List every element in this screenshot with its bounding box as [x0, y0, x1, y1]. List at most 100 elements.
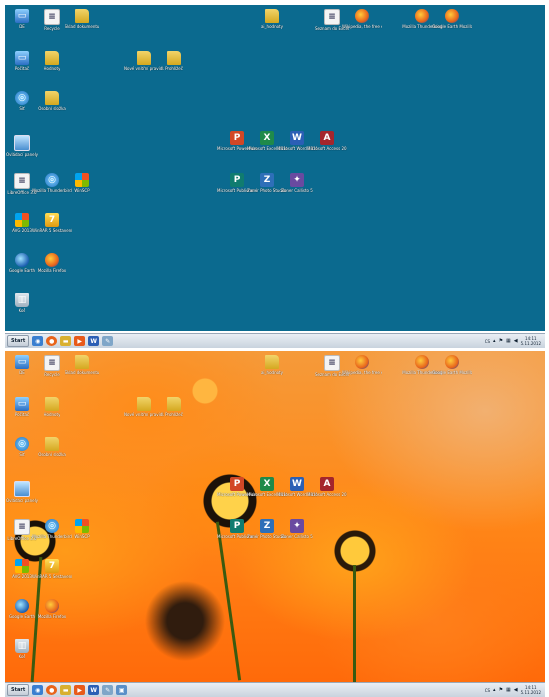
- folder-taskbar-icon[interactable]: ▬: [60, 685, 72, 695]
- desktop-shortcut[interactable]: Google Earth Mozilla Firefox: [432, 355, 472, 375]
- desktop-shortcut[interactable]: AMicrosoft Access 2010: [307, 477, 347, 497]
- desktop-shortcut[interactable]: Wikipedia, the free encyclo...: [342, 355, 382, 375]
- desktop-shortcut[interactable]: ▥ Koš: [7, 639, 37, 659]
- desktop-shortcut-label: Osobní složka: [38, 106, 66, 111]
- desktop-shortcut[interactable]: ai_hodnoty: [257, 9, 287, 29]
- desktop-shortcut-label: DE: [19, 24, 25, 29]
- firefox-taskbar-icon[interactable]: ●: [46, 685, 58, 695]
- desktop-shortcut[interactable]: WinSCP: [67, 173, 97, 193]
- media-player-taskbar-icon[interactable]: ▶: [74, 336, 86, 346]
- desktop-shortcut[interactable]: AMicrosoft Access 2010: [307, 131, 347, 151]
- computer-icon: ▭: [15, 51, 29, 65]
- desktop-shortcut[interactable]: ai_hodnoty: [257, 355, 287, 375]
- word-taskbar-icon[interactable]: W: [88, 685, 100, 695]
- desktop-shortcut[interactable]: ◎ Mozilla Thunderbird: [32, 519, 72, 539]
- sp-icon: 7: [45, 213, 59, 227]
- start-button[interactable]: Start: [7, 684, 30, 696]
- desktop-shortcut[interactable]: ZZoner Photo Studio 15 Home: [247, 519, 287, 539]
- publisher-icon: P: [230, 173, 244, 187]
- desktop-shortcut[interactable]: ▭ DE: [7, 9, 37, 29]
- desktop-shortcut[interactable]: Ovládací panely: [6, 135, 38, 157]
- network-tray-icon[interactable]: ▦: [506, 338, 511, 344]
- flag-icon[interactable]: ⚑: [499, 687, 503, 693]
- desktop-shortcut[interactable]: ZZoner Photo Studio 15 Home: [247, 173, 287, 193]
- desktop-shortcut-label: Síť: [19, 106, 25, 111]
- desktop-shortcut[interactable]: Nové vnitřní pravidla: [124, 51, 164, 71]
- folder-icon: [45, 397, 59, 411]
- image-viewer-taskbar-icon[interactable]: ▣: [116, 685, 128, 695]
- system-tray: CS ▴ ⚑ ▦ ◀ 14:11 5.11.2012: [485, 685, 545, 695]
- desktop-shortcut[interactable]: ◎ Mozilla Thunderbird: [32, 173, 72, 193]
- desktop-shortcut[interactable]: Mozilla Firefox: [37, 253, 67, 273]
- desktop-shortcut[interactable]: Mozilla Firefox: [37, 599, 67, 619]
- folder-taskbar-icon[interactable]: ▬: [60, 336, 72, 346]
- bin-icon: ▥: [15, 293, 29, 307]
- language-indicator[interactable]: CS: [485, 688, 490, 693]
- desktop-shortcut[interactable]: ◎ Síť: [7, 91, 37, 111]
- volume-icon[interactable]: ◀: [514, 338, 518, 344]
- desktop-shortcut[interactable]: 7 WinRAR 5 Sestavení: [32, 559, 72, 579]
- arrow-up-icon[interactable]: ▴: [493, 338, 496, 344]
- network-tray-icon[interactable]: ▦: [506, 687, 511, 693]
- desktop-shortcut[interactable]: Google Earth Mozilla Firefox: [432, 9, 472, 29]
- desktop-shortcut[interactable]: Hodnoty: [37, 397, 67, 417]
- desktop-shortcut[interactable]: ▥ Koš: [7, 293, 37, 313]
- desktop-shortcut[interactable]: ✦ Zoner Callisto 5: [281, 519, 313, 539]
- folder-icon: [45, 437, 59, 451]
- desktop-shortcut-label: Wikipedia, the free encyclo...: [342, 370, 382, 375]
- clock[interactable]: 14:11 5.11.2012: [521, 685, 541, 695]
- windows-icon: [75, 173, 89, 187]
- desktop-shortcut[interactable]: Sklad dokumentu: [65, 9, 99, 29]
- desktop-shortcut-label: Síť: [19, 452, 25, 457]
- firefox-icon: [45, 599, 59, 613]
- folder-icon: [137, 397, 151, 411]
- paint-taskbar-icon[interactable]: ✎: [102, 685, 114, 695]
- desktop-shortcut-label: Zoner Callisto 5: [281, 534, 313, 539]
- desktop-shortcut[interactable]: Google Earth: [7, 599, 37, 619]
- word-taskbar-icon[interactable]: W: [88, 336, 100, 346]
- desktop-shortcut[interactable]: Osobní složka: [37, 91, 67, 111]
- desktop-shortcut-label: Zoner Callisto 5: [281, 188, 313, 193]
- volume-icon[interactable]: ◀: [514, 687, 518, 693]
- desktop-shortcut[interactable]: WinSCP: [67, 519, 97, 539]
- desktop-shortcut[interactable]: Osobní složka: [37, 437, 67, 457]
- desktop-shortcut[interactable]: 7 WinRAR 5 Sestavení: [32, 213, 72, 233]
- explorer-taskbar-icon[interactable]: ◉: [32, 336, 44, 346]
- clock[interactable]: 14:11 5.11.2012: [521, 336, 541, 346]
- arrow-up-icon[interactable]: ▴: [493, 687, 496, 693]
- desktop-shortcut[interactable]: Prohlížeč: [159, 397, 189, 417]
- desktop-shortcut[interactable]: Hodnoty: [37, 51, 67, 71]
- desktop-shortcut-label: Koš: [18, 308, 26, 313]
- flag-icon[interactable]: ⚑: [499, 338, 503, 344]
- desktop-shortcut[interactable]: ▭ DE: [7, 355, 37, 375]
- media-player-taskbar-icon[interactable]: ▶: [74, 685, 86, 695]
- desktop-shortcut[interactable]: ≡ Recycle: [37, 355, 67, 377]
- firefox-taskbar-icon[interactable]: ●: [46, 336, 58, 346]
- desktop-shortcut[interactable]: Google Earth: [7, 253, 37, 273]
- desktop-shortcut[interactable]: Wikipedia, the free encyclo...: [342, 9, 382, 29]
- desktop-shortcut[interactable]: Nové vnitřní pravidla: [124, 397, 164, 417]
- word-icon: W: [290, 131, 304, 145]
- explorer-taskbar-icon[interactable]: ◉: [32, 685, 44, 695]
- start-button[interactable]: Start: [7, 335, 30, 347]
- excel-icon: X: [260, 477, 274, 491]
- desktop-shortcut[interactable]: ◎ Síť: [7, 437, 37, 457]
- folder-icon: [45, 91, 59, 105]
- bin-icon: ▥: [15, 639, 29, 653]
- paint-taskbar-icon[interactable]: ✎: [102, 336, 114, 346]
- desktop-shortcut[interactable]: Prohlížeč: [159, 51, 189, 71]
- windows-icon: [15, 213, 29, 227]
- desktop-shortcut[interactable]: Ovládací panely: [6, 481, 38, 503]
- desktop-shortcut-label: ai_hodnoty: [260, 370, 283, 375]
- desktop-shortcut[interactable]: ▭ Počítač: [7, 397, 37, 417]
- monitor-icon: [14, 135, 30, 151]
- desktop-shortcut-label: Hodnoty: [43, 66, 61, 71]
- desktop-shortcut[interactable]: ✦ Zoner Callisto 5: [281, 173, 313, 193]
- language-indicator[interactable]: CS: [485, 339, 490, 344]
- desktop-shortcut[interactable]: ▭ Počítač: [7, 51, 37, 71]
- desktop-shortcut[interactable]: ≡ Recycle: [37, 9, 67, 31]
- firefox-icon: [415, 9, 429, 23]
- network-icon: ◎: [45, 173, 59, 187]
- desktop-shortcut[interactable]: Sklad dokumentu: [65, 355, 99, 375]
- document-icon: ≡: [44, 355, 60, 371]
